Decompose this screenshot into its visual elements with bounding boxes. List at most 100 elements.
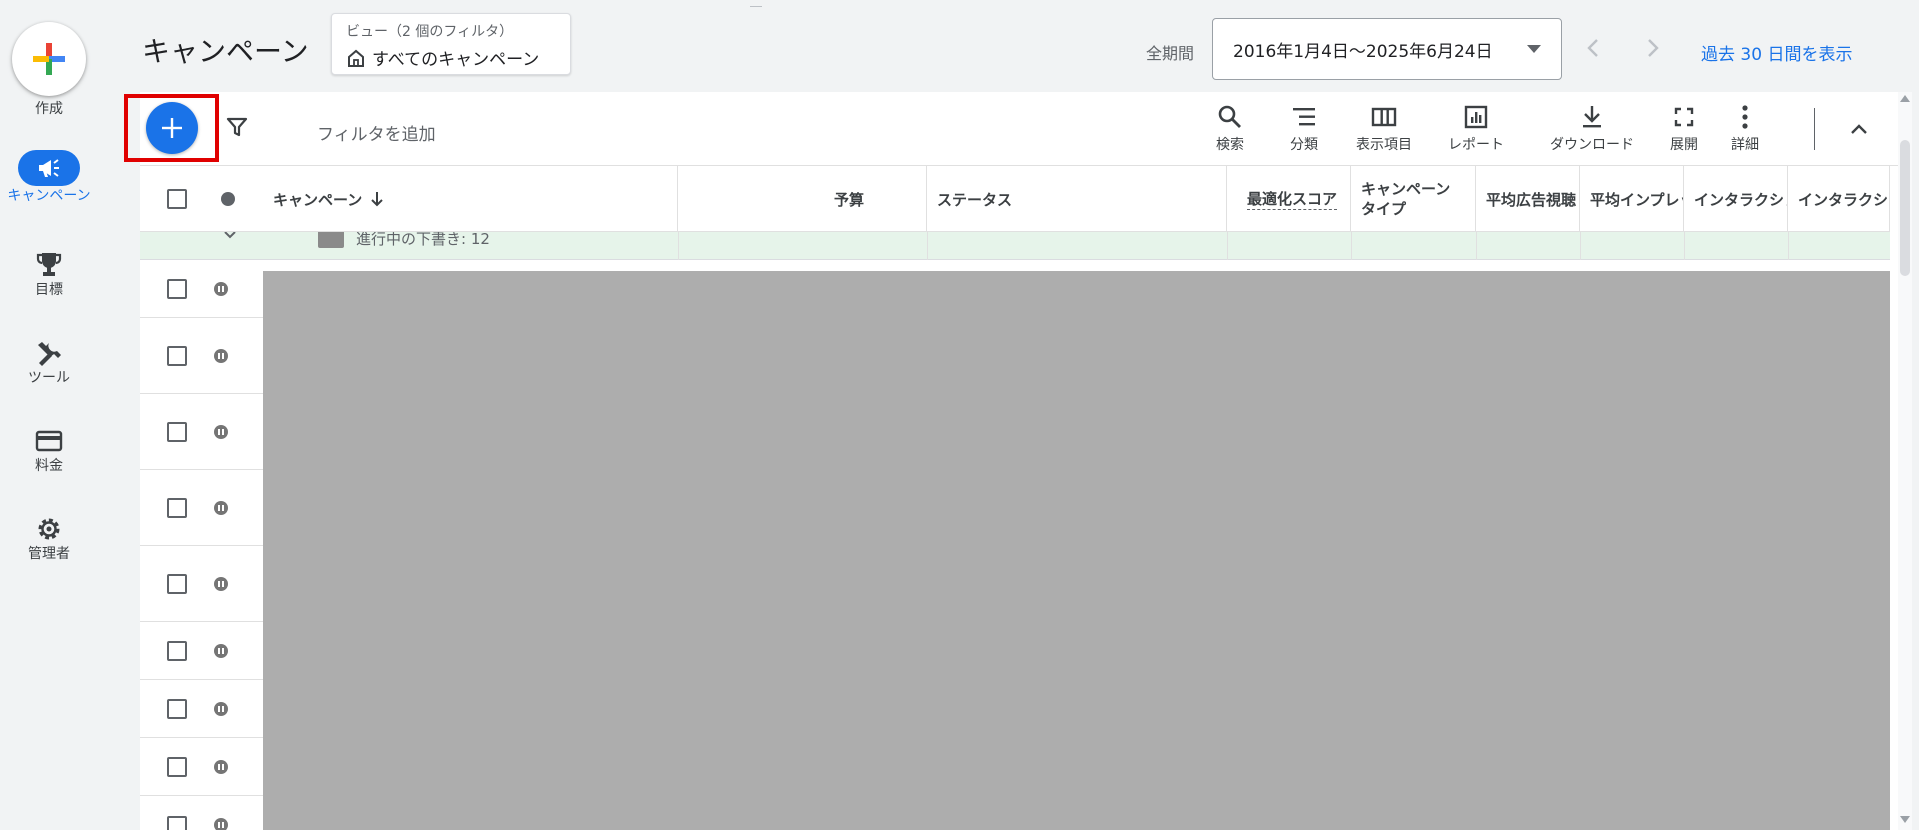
chevron-down-icon: [224, 232, 236, 239]
nav-item-campaigns[interactable]: キャンペーン: [0, 150, 98, 205]
date-range-select[interactable]: 2016年1月4日～2025年6月24日: [1212, 18, 1562, 80]
view-selector[interactable]: ビュー（2 個のフィルタ） すべてのキャンペーン: [331, 13, 571, 75]
create-button[interactable]: [12, 22, 86, 96]
gear-icon: [0, 512, 98, 546]
col-status-label: ステータス: [937, 190, 1013, 209]
draft-group-row[interactable]: 進行中の下書き: 12: [140, 232, 1890, 260]
scroll-up-icon[interactable]: [1900, 94, 1910, 102]
col-campaign-type[interactable]: キャンペーン タイプ: [1351, 166, 1476, 232]
sort-arrow-down-icon: [371, 192, 383, 207]
row-checkbox[interactable]: [167, 699, 187, 719]
header-select-cell: [140, 166, 263, 232]
col-opt-score[interactable]: 最適化スコア: [1227, 166, 1351, 232]
redacted-region: [263, 271, 1890, 830]
columns-icon: [1350, 102, 1418, 132]
row-checkbox[interactable]: [167, 757, 187, 777]
nav-item-billing[interactable]: 料金: [0, 424, 98, 475]
add-filter-input[interactable]: フィルタを追加: [317, 120, 436, 145]
filter-icon: [226, 117, 248, 137]
report-icon: [1443, 102, 1509, 132]
col-avg-view[interactable]: 平均広告視聴: [1476, 166, 1580, 232]
paused-status-icon: [214, 760, 228, 774]
home-icon: [348, 49, 364, 67]
col-status[interactable]: ステータス: [927, 166, 1227, 232]
tool-segment[interactable]: 分類: [1274, 102, 1334, 154]
paused-status-icon: [214, 577, 228, 591]
col-budget[interactable]: 予算: [678, 166, 927, 232]
add-campaign-button[interactable]: [146, 102, 198, 154]
col-interaction-2[interactable]: インタラクション: [1788, 166, 1890, 232]
col-campaign-type-label: キャンペーン タイプ: [1361, 180, 1451, 218]
select-all-checkbox[interactable]: [167, 189, 187, 209]
page-title: キャンペーン: [142, 35, 309, 68]
row-checkbox[interactable]: [167, 574, 187, 594]
row-checkbox[interactable]: [167, 498, 187, 518]
tool-segment-label: 分類: [1290, 137, 1318, 153]
table-header: キャンペーン 予算 ステータス 最適化スコア キャンペーン タイプ 平均広告視聴…: [140, 166, 1890, 232]
toolbar-divider: [1814, 108, 1815, 150]
tool-expand-label: 展開: [1670, 137, 1698, 153]
vertical-scrollbar-thumb[interactable]: [1900, 140, 1910, 276]
row-checkbox[interactable]: [167, 816, 187, 830]
row-checkbox[interactable]: [167, 346, 187, 366]
paused-status-icon: [214, 818, 228, 830]
col-budget-label: 予算: [833, 190, 864, 209]
scroll-down-icon[interactable]: [1900, 816, 1910, 824]
megaphone-icon: [18, 150, 80, 186]
col-campaign[interactable]: キャンペーン: [263, 166, 678, 232]
tools-icon: [0, 336, 98, 370]
tool-expand[interactable]: 展開: [1664, 102, 1704, 154]
nav-label-goals: 目標: [35, 282, 63, 298]
tool-search-label: 検索: [1216, 137, 1244, 153]
paused-status-icon: [214, 702, 228, 716]
nav-item-goals[interactable]: 目標: [0, 248, 98, 299]
folder-icon: [318, 232, 344, 248]
col-avg-imp[interactable]: 平均インプレッション: [1580, 166, 1684, 232]
col-avg-imp-label: 平均インプレッション: [1590, 190, 1683, 209]
status-dot-icon: [221, 192, 235, 206]
credit-card-icon: [0, 424, 98, 458]
nav-item-admin[interactable]: 管理者: [0, 512, 98, 563]
paused-status-icon: [214, 425, 228, 439]
download-icon: [1544, 102, 1640, 132]
paused-status-icon: [214, 282, 228, 296]
resize-grip: [750, 6, 762, 7]
tool-columns[interactable]: 表示項目: [1350, 102, 1418, 154]
tool-search[interactable]: 検索: [1200, 102, 1260, 154]
tool-report[interactable]: レポート: [1443, 102, 1509, 154]
paused-status-icon: [214, 501, 228, 515]
show-last-30-days-link[interactable]: 過去 30 日間を表示: [1701, 40, 1852, 65]
col-interaction-1-label: インタラクション: [1694, 190, 1787, 209]
nav-label-admin: 管理者: [28, 546, 70, 562]
tool-download-label: ダウンロード: [1550, 137, 1634, 153]
nav-item-tools[interactable]: ツール: [0, 336, 98, 387]
next-period-button[interactable]: [1635, 30, 1671, 66]
nav-rail: 作成 キャンペーン 目標 ツール 料金 管理者: [0, 0, 98, 830]
view-filter-count: ビュー（2 個のフィルタ）: [346, 24, 514, 40]
tool-columns-label: 表示項目: [1356, 137, 1412, 153]
trophy-icon: [0, 248, 98, 282]
draft-group-label: 進行中の下書き: 12: [356, 232, 490, 248]
tool-download[interactable]: ダウンロード: [1544, 102, 1640, 154]
collapse-button[interactable]: [1844, 114, 1874, 144]
plus-multicolor-icon: [33, 43, 65, 75]
period-label: 全期間: [1146, 44, 1195, 63]
nav-label-campaigns: キャンペーン: [7, 188, 91, 204]
tool-more[interactable]: 詳細: [1725, 102, 1765, 154]
tool-report-label: レポート: [1448, 137, 1504, 153]
segment-icon: [1274, 102, 1334, 132]
chevron-left-icon: [1587, 39, 1598, 57]
search-icon: [1200, 102, 1260, 132]
table-toolbar: フィルタを追加 検索 分類 表示項目 レポート ダウンロード 展開 詳細: [124, 92, 1902, 166]
filter-button[interactable]: [226, 116, 248, 142]
date-range-value: 2016年1月4日～2025年6月24日: [1233, 41, 1493, 62]
row-checkbox[interactable]: [167, 422, 187, 442]
view-name: すべてのキャンペーン: [372, 50, 540, 70]
nav-label-billing: 料金: [35, 458, 63, 474]
tool-more-label: 詳細: [1731, 137, 1759, 153]
row-checkbox[interactable]: [167, 279, 187, 299]
paused-status-icon: [214, 644, 228, 658]
previous-period-button[interactable]: [1575, 30, 1611, 66]
col-interaction-1[interactable]: インタラクション: [1684, 166, 1788, 232]
row-checkbox[interactable]: [167, 641, 187, 661]
